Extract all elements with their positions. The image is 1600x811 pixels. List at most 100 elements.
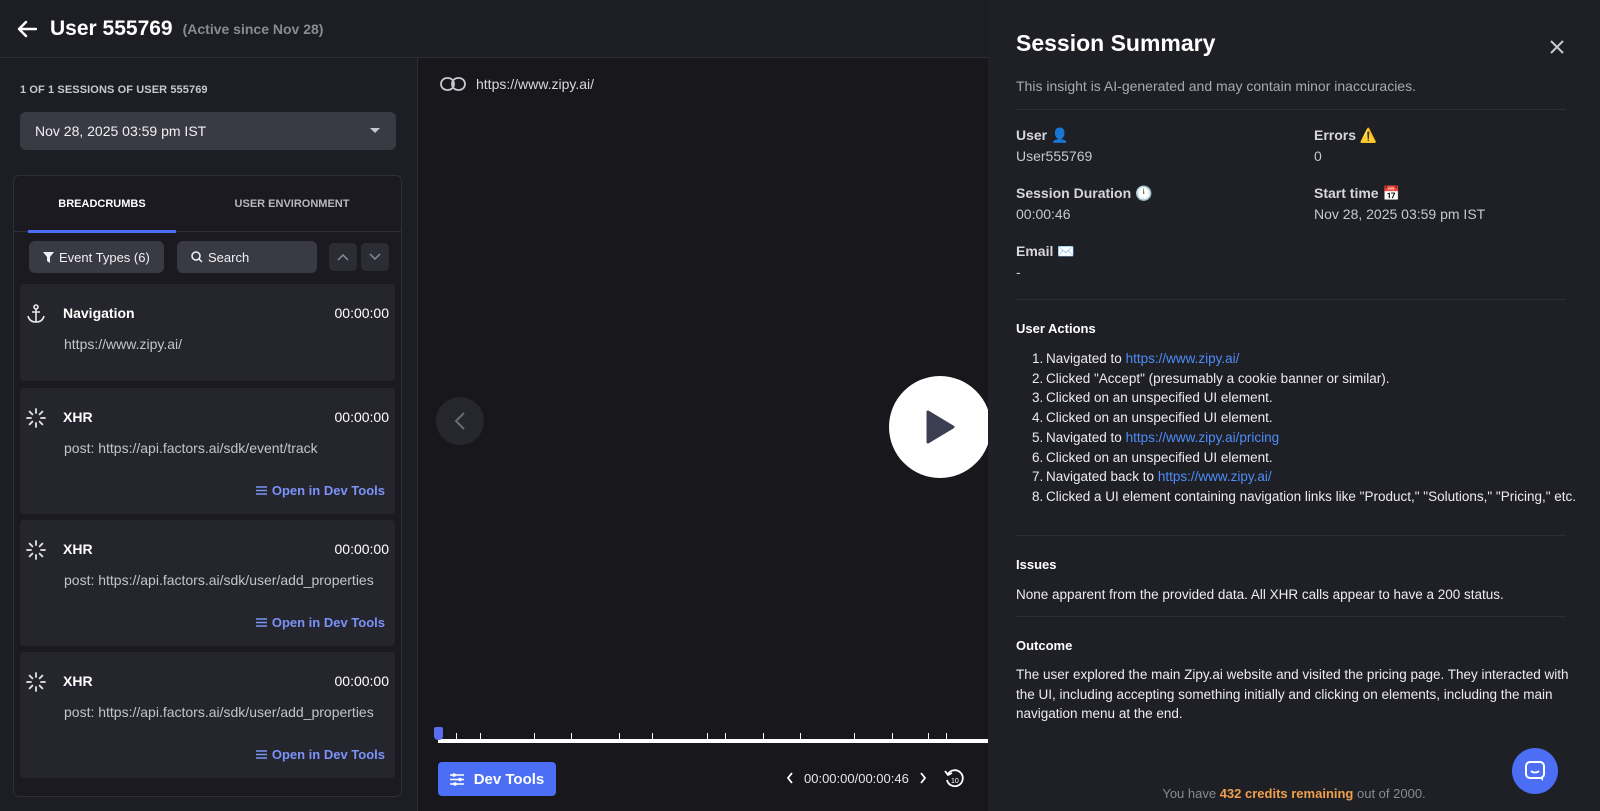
- play-button[interactable]: [889, 376, 991, 478]
- event-title: XHR: [63, 541, 93, 557]
- session-dropdown-value: Nov 28, 2025 03:59 pm IST: [35, 123, 207, 139]
- start-time-value: Nov 28, 2025 03:59 pm IST: [1314, 206, 1486, 222]
- timeline-marker: [763, 733, 764, 743]
- session-duration-label: Session Duration 🕛: [1016, 185, 1153, 201]
- spinner-icon: [26, 540, 46, 560]
- open-in-dev-tools-link[interactable]: Open in Dev Tools: [255, 747, 385, 762]
- playback-timeline[interactable]: [434, 727, 988, 743]
- top-header: User 555769 (Active since Nov 28): [0, 0, 988, 58]
- time-controls: 00:00:00/00:00:46: [782, 768, 931, 788]
- start-time-label: Start time 📅: [1314, 185, 1400, 201]
- search-label: Search: [208, 249, 250, 265]
- user-value: User555769: [1016, 148, 1093, 164]
- list-item: 4. Clicked on an unspecified UI element.: [1032, 410, 1273, 426]
- session-player: https://www.zipy.ai/ Dev Tools 00:00:00/…: [418, 58, 991, 811]
- event-time: 00:00:00: [334, 409, 390, 425]
- session-duration-value: 00:00:46: [1016, 206, 1071, 222]
- sliders-icon: [255, 486, 267, 495]
- dev-tools-label: Dev Tools: [473, 770, 545, 788]
- list-item: 1. Navigated to https://www.zipy.ai/: [1032, 351, 1240, 366]
- player-url-bar: https://www.zipy.ai/: [440, 76, 594, 92]
- search-button[interactable]: Search: [177, 241, 317, 273]
- play-icon: [926, 410, 955, 444]
- event-title: XHR: [63, 673, 93, 689]
- timeline-marker: [534, 733, 535, 743]
- sliders-icon: [449, 772, 464, 786]
- action-link[interactable]: https://www.zipy.ai/pricing: [1126, 430, 1280, 445]
- left-panel: 1 OF 1 SESSIONS OF USER 555769 Nov 28, 2…: [0, 58, 418, 811]
- timeline-marker: [652, 733, 653, 743]
- timeline-marker: [800, 733, 801, 743]
- previous-event-button[interactable]: [329, 243, 357, 271]
- chat-support-button[interactable]: [1512, 748, 1558, 794]
- back-arrow-icon[interactable]: [16, 18, 38, 40]
- issues-title: Issues: [1016, 557, 1057, 572]
- dev-tools-button[interactable]: Dev Tools: [438, 762, 556, 796]
- action-link[interactable]: https://www.zipy.ai/: [1158, 469, 1272, 484]
- panel-tabs: BREADCRUMBS USER ENVIRONMENT: [14, 176, 401, 233]
- active-since-text: (Active since Nov 28): [182, 20, 324, 37]
- event-title: XHR: [63, 409, 93, 425]
- tab-breadcrumbs[interactable]: BREADCRUMBS: [28, 176, 176, 233]
- timeline-scrubber[interactable]: [434, 727, 443, 740]
- list-item: 7. Navigated back to https://www.zipy.ai/: [1032, 469, 1272, 485]
- event-time: 00:00:00: [334, 541, 390, 557]
- event-title: Navigation: [63, 305, 135, 321]
- tab-user-environment[interactable]: USER ENVIRONMENT: [214, 176, 370, 232]
- close-icon[interactable]: [1548, 38, 1566, 56]
- player-url: https://www.zipy.ai/: [476, 76, 595, 92]
- email-value: -: [1016, 264, 1021, 280]
- timeline-marker: [725, 733, 726, 743]
- issues-text: None apparent from the provided data. Al…: [1016, 587, 1504, 602]
- event-card-xhr[interactable]: XHR 00:00:00 post: https://api.factors.a…: [20, 520, 395, 646]
- open-in-dev-tools-label: Open in Dev Tools: [271, 747, 385, 762]
- user-actions-list: 1. Navigated to https://www.zipy.ai/ 2. Cl…: [1016, 349, 1576, 507]
- outcome-text: The user explored the main Zipy.ai websi…: [1016, 667, 1569, 722]
- event-card-navigation[interactable]: Navigation 00:00:00 https://www.zipy.ai/: [20, 284, 395, 381]
- summary-title: Session Summary: [1016, 30, 1216, 56]
- open-in-dev-tools-label: Open in Dev Tools: [271, 615, 385, 630]
- list-item: 3. Clicked on an unspecified UI element.: [1032, 390, 1273, 406]
- divider: [1016, 299, 1566, 300]
- chevron-up-icon: [337, 253, 349, 261]
- timeline-marker: [456, 733, 457, 743]
- filter-icon: [43, 251, 54, 263]
- event-detail: https://www.zipy.ai/: [64, 336, 183, 352]
- errors-label: Errors ⚠️: [1314, 127, 1378, 143]
- credits-highlight: 432 credits remaining: [1219, 786, 1354, 801]
- event-card-xhr[interactable]: XHR 00:00:00 post: https://api.factors.a…: [20, 388, 395, 514]
- sessions-count-label: 1 OF 1 SESSIONS OF USER 555769: [20, 84, 208, 96]
- list-item: 5. Navigated to https://www.zipy.ai/prici…: [1032, 429, 1280, 445]
- timeline-marker: [480, 733, 481, 743]
- caret-down-icon: [370, 128, 380, 133]
- timeline-marker: [928, 733, 929, 743]
- sliders-icon: [255, 618, 267, 627]
- chevron-left-icon[interactable]: [782, 768, 798, 788]
- event-detail: post: https://api.factors.ai/sdk/user/ad…: [64, 572, 374, 588]
- list-item: 6. Clicked on an unspecified UI element.: [1032, 449, 1273, 465]
- replay-10-icon[interactable]: 10: [944, 768, 966, 790]
- playback-time: 00:00:00/00:00:46: [804, 770, 909, 786]
- event-card-xhr[interactable]: XHR 00:00:00 post: https://api.factors.a…: [20, 652, 395, 778]
- open-in-dev-tools-link[interactable]: Open in Dev Tools: [255, 483, 385, 498]
- app-root: User 555769 (Active since Nov 28) 1 OF 1…: [0, 0, 1600, 811]
- event-time: 00:00:00: [334, 673, 390, 689]
- list-item: 2. Clicked "Accept" (presumably a cookie …: [1032, 370, 1390, 386]
- event-detail: post: https://api.factors.ai/sdk/user/ad…: [64, 704, 374, 720]
- event-types-filter-button[interactable]: Event Types (6): [29, 241, 164, 273]
- divider: [1016, 109, 1566, 110]
- event-detail: post: https://api.factors.ai/sdk/event/t…: [64, 440, 318, 456]
- previous-page-button[interactable]: [436, 397, 484, 445]
- chevron-right-icon[interactable]: [915, 768, 931, 788]
- email-label: Email ✉️: [1016, 243, 1075, 259]
- event-time: 00:00:00: [334, 305, 390, 321]
- next-event-button[interactable]: [361, 243, 389, 271]
- spinner-icon: [26, 672, 46, 692]
- link-icon: [440, 77, 466, 91]
- session-dropdown[interactable]: Nov 28, 2025 03:59 pm IST: [20, 112, 396, 150]
- action-link[interactable]: https://www.zipy.ai/: [1126, 351, 1240, 366]
- open-in-dev-tools-link[interactable]: Open in Dev Tools: [255, 615, 385, 630]
- anchor-icon: [26, 304, 46, 324]
- search-icon: [191, 251, 203, 263]
- timeline-marker: [892, 733, 893, 743]
